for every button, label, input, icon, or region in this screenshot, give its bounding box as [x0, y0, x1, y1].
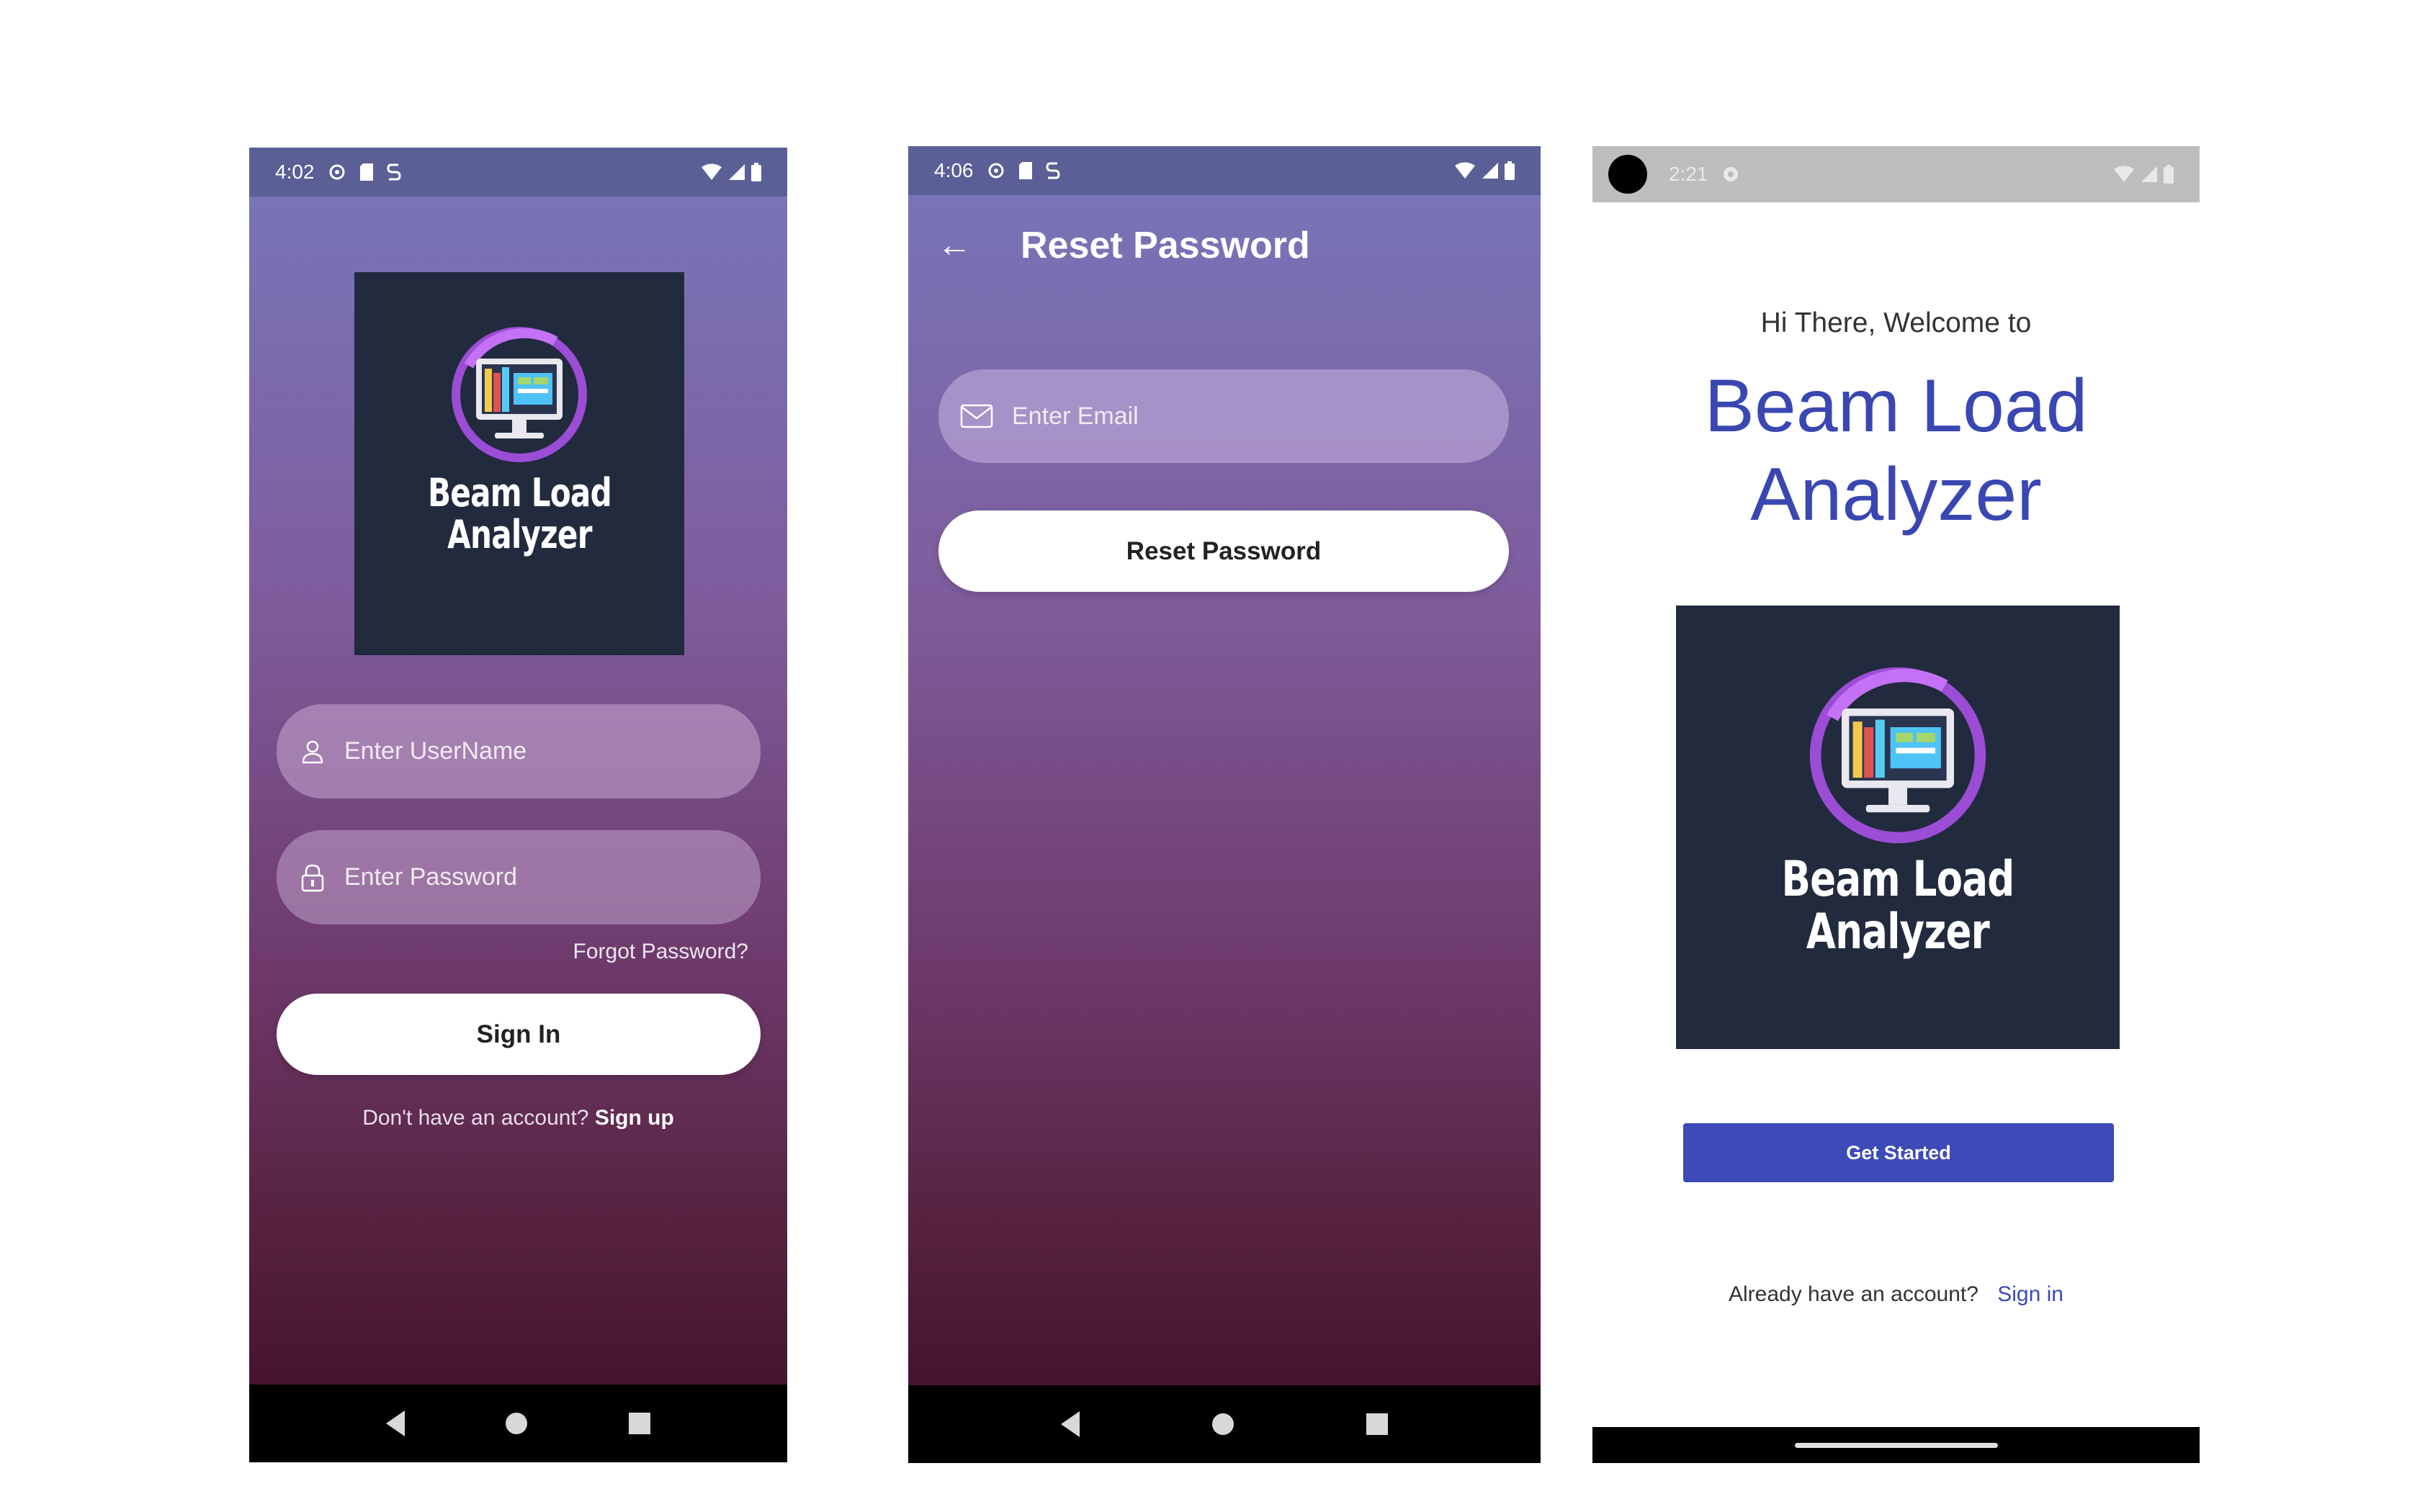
sign-in-button[interactable]: Sign In [277, 994, 761, 1075]
battery-icon [2164, 165, 2174, 184]
username-placeholder: Enter UserName [344, 737, 527, 765]
app-bar: ← Reset Password [908, 195, 1541, 296]
signal-icon [1482, 163, 1498, 179]
battery-icon [751, 163, 761, 181]
status-bar: 4:02 [249, 148, 787, 197]
lock-icon [301, 864, 324, 891]
computer-logo-icon [1809, 667, 1986, 844]
user-icon [302, 740, 323, 763]
back-nav-icon[interactable] [1061, 1411, 1080, 1437]
wifi-icon [1455, 162, 1475, 179]
greeting-text: Hi There, Welcome to [1760, 307, 2032, 338]
signal-icon [2141, 166, 2157, 182]
welcome-screen: 2:21 Hi There, Welcome to Beam Load Anal… [1592, 146, 2200, 1463]
wifi-icon [702, 163, 722, 180]
app-logo: Beam Load Analyzer [1676, 606, 2120, 1049]
sd-card-icon [359, 163, 373, 181]
no-account-text: Don't have an account? [362, 1106, 589, 1130]
sd-card-icon [1018, 162, 1032, 179]
notification-icon [1723, 167, 1738, 181]
navigation-bar [908, 1385, 1541, 1463]
status-time: 4:02 [275, 161, 315, 183]
logo-line-1: Beam Load [427, 470, 612, 516]
logo-line-2: Analyzer [1806, 904, 1990, 961]
navigation-bar [249, 1385, 787, 1462]
have-account-text: Already have an account? [1729, 1282, 1978, 1306]
logo-line-1: Beam Load [1781, 851, 2015, 908]
page-title: Reset Password [1021, 225, 1310, 266]
get-started-button[interactable]: Get Started [1683, 1123, 2114, 1182]
status-bar: 4:06 [908, 146, 1541, 195]
sign-in-link[interactable]: Sign in [1997, 1282, 2063, 1306]
home-handle[interactable] [1794, 1442, 1998, 1448]
signup-prompt: Don't have an account? Sign up [249, 1106, 787, 1130]
login-screen: 4:02 Beam Load Analyzer Enter UserName E… [249, 148, 787, 1462]
wifi-icon [2114, 166, 2134, 182]
logo-line-2: Analyzer [447, 512, 592, 558]
gesture-navigation-bar [1592, 1427, 2200, 1463]
back-nav-icon[interactable] [386, 1410, 405, 1436]
sign-up-link[interactable]: Sign up [595, 1106, 674, 1130]
app-name-line-1: Beam Load [1704, 364, 2088, 448]
mail-icon [960, 404, 993, 428]
home-nav-icon[interactable] [506, 1413, 528, 1434]
app-name-line-2: Analyzer [1750, 452, 2042, 536]
password-input[interactable]: Enter Password [277, 830, 761, 924]
recents-nav-icon[interactable] [1366, 1413, 1388, 1435]
status-time: 4:06 [934, 159, 974, 181]
status-time: 2:21 [1669, 163, 1708, 185]
email-placeholder: Enter Email [1012, 402, 1139, 430]
home-nav-icon[interactable] [1212, 1413, 1234, 1435]
forgot-password-link[interactable]: Forgot Password? [573, 940, 748, 964]
signin-prompt: Already have an account? Sign in [1592, 1282, 2200, 1307]
notification-icon [329, 164, 344, 180]
reset-password-screen: 4:06 ← Reset Password Enter Email Reset … [908, 146, 1541, 1463]
email-input[interactable]: Enter Email [938, 369, 1509, 463]
app-notification-icon [386, 163, 401, 181]
recents-nav-icon[interactable] [628, 1413, 650, 1434]
computer-logo-icon [452, 327, 587, 462]
back-arrow-icon[interactable]: ← [937, 228, 972, 263]
battery-icon [1505, 161, 1515, 180]
camera-cutout [1608, 155, 1647, 194]
notification-icon [988, 163, 1003, 179]
reset-password-button[interactable]: Reset Password [938, 510, 1509, 592]
status-bar: 2:21 [1592, 146, 2200, 202]
app-logo: Beam Load Analyzer [354, 272, 684, 655]
app-name-heading: Beam Load Analyzer [1592, 362, 2200, 539]
signal-icon [729, 164, 745, 180]
app-notification-icon [1045, 162, 1060, 179]
password-placeholder: Enter Password [344, 863, 517, 891]
username-input[interactable]: Enter UserName [277, 704, 761, 798]
